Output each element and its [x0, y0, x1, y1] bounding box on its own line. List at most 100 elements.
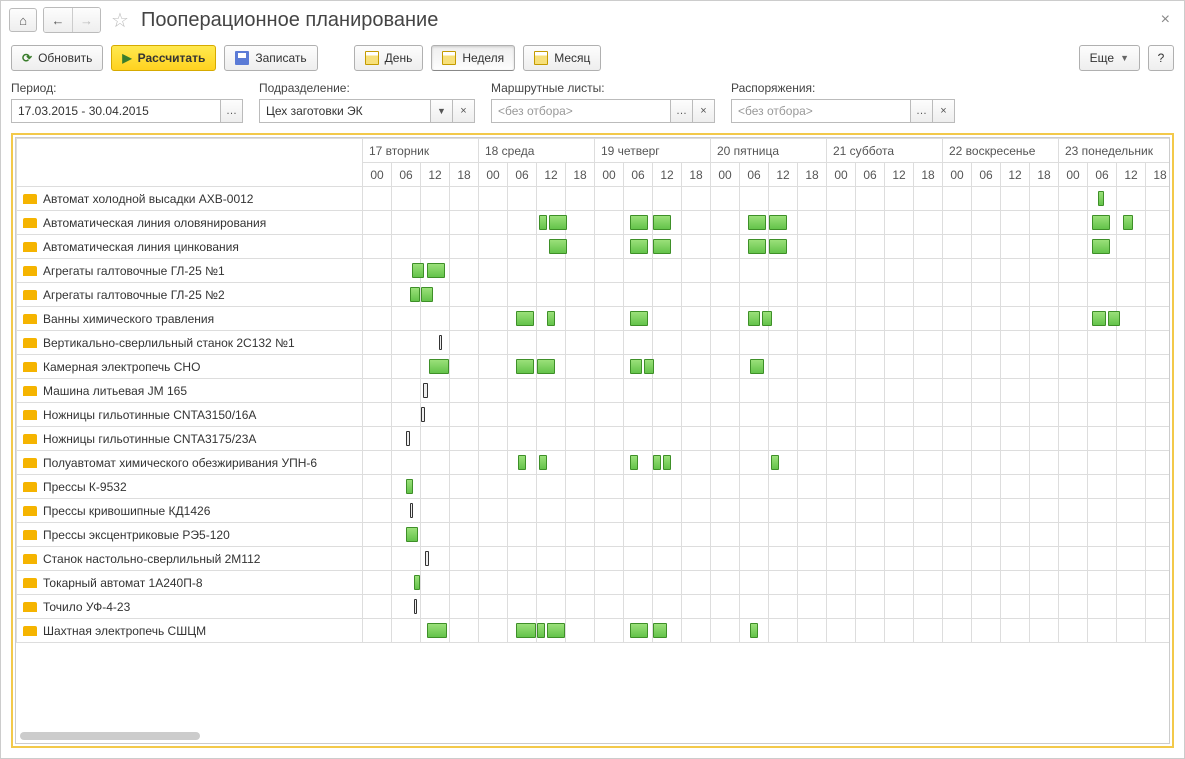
gantt-cell[interactable] — [682, 547, 711, 571]
gantt-cell[interactable] — [798, 547, 827, 571]
gantt-cell[interactable] — [1146, 283, 1170, 307]
gantt-cell[interactable] — [1146, 235, 1170, 259]
gantt-cell[interactable] — [1030, 499, 1059, 523]
gantt-bar[interactable] — [1123, 215, 1133, 230]
gantt-cell[interactable] — [972, 571, 1001, 595]
gantt-cell[interactable] — [479, 427, 508, 451]
gantt-cell[interactable] — [1001, 571, 1030, 595]
gantt-cell[interactable] — [711, 451, 740, 475]
gantt-cell[interactable] — [711, 307, 740, 331]
gantt-cell[interactable] — [537, 259, 566, 283]
gantt-cell[interactable] — [1117, 355, 1146, 379]
gantt-cell[interactable] — [508, 451, 537, 475]
gantt-cell[interactable] — [1088, 235, 1117, 259]
gantt-cell[interactable] — [1146, 547, 1170, 571]
gantt-bar[interactable] — [549, 239, 567, 254]
gantt-cell[interactable] — [682, 379, 711, 403]
gantt-cell[interactable] — [972, 475, 1001, 499]
gantt-cell[interactable] — [392, 619, 421, 643]
gantt-bar[interactable] — [516, 359, 534, 374]
gantt-cell[interactable] — [363, 187, 392, 211]
gantt-bar[interactable] — [439, 335, 442, 350]
gantt-cell[interactable] — [1117, 499, 1146, 523]
gantt-cell[interactable] — [363, 571, 392, 595]
gantt-cell[interactable] — [450, 211, 479, 235]
gantt-cell[interactable] — [827, 283, 856, 307]
gantt-cell[interactable] — [363, 283, 392, 307]
gantt-bar[interactable] — [539, 455, 547, 470]
gantt-cell[interactable] — [450, 379, 479, 403]
gantt-cell[interactable] — [566, 571, 595, 595]
gantt-cell[interactable] — [653, 547, 682, 571]
gantt-cell[interactable] — [1117, 523, 1146, 547]
gantt-cell[interactable] — [624, 307, 653, 331]
resource-name[interactable]: Точило УФ-4-23 — [17, 595, 363, 619]
gantt-cell[interactable] — [943, 619, 972, 643]
gantt-cell[interactable] — [1117, 595, 1146, 619]
gantt-cell[interactable] — [566, 355, 595, 379]
gantt-cell[interactable] — [682, 259, 711, 283]
gantt-cell[interactable] — [479, 283, 508, 307]
dept-dropdown-button[interactable]: ▼ — [431, 99, 453, 123]
gantt-cell[interactable] — [1146, 355, 1170, 379]
resource-name[interactable]: Ножницы гильотинные CNTA3175/23А — [17, 427, 363, 451]
gantt-cell[interactable] — [1146, 595, 1170, 619]
gantt-cell[interactable] — [479, 379, 508, 403]
gantt-cell[interactable] — [595, 451, 624, 475]
gantt-cell[interactable] — [711, 259, 740, 283]
gantt-cell[interactable] — [421, 619, 450, 643]
gantt-cell[interactable] — [711, 475, 740, 499]
gantt-cell[interactable] — [885, 451, 914, 475]
gantt-cell[interactable] — [769, 475, 798, 499]
gantt-cell[interactable] — [798, 619, 827, 643]
gantt-bar[interactable] — [406, 479, 413, 494]
gantt-cell[interactable] — [392, 595, 421, 619]
gantt-cell[interactable] — [479, 259, 508, 283]
gantt-cell[interactable] — [508, 259, 537, 283]
gantt-cell[interactable] — [914, 283, 943, 307]
gantt-cell[interactable] — [740, 547, 769, 571]
gantt-cell[interactable] — [392, 547, 421, 571]
gantt-cell[interactable] — [624, 331, 653, 355]
gantt-cell[interactable] — [421, 571, 450, 595]
gantt-cell[interactable] — [943, 283, 972, 307]
gantt-cell[interactable] — [972, 547, 1001, 571]
gantt-cell[interactable] — [537, 475, 566, 499]
gantt-cell[interactable] — [537, 283, 566, 307]
gantt-cell[interactable] — [798, 331, 827, 355]
gantt-cell[interactable] — [1059, 571, 1088, 595]
help-button[interactable]: ? — [1148, 45, 1174, 71]
gantt-cell[interactable] — [421, 451, 450, 475]
gantt-cell[interactable] — [827, 355, 856, 379]
gantt-cell[interactable] — [798, 427, 827, 451]
gantt-cell[interactable] — [508, 571, 537, 595]
resource-name[interactable]: Ванны химического травления — [17, 307, 363, 331]
gantt-cell[interactable] — [363, 403, 392, 427]
gantt-cell[interactable] — [769, 499, 798, 523]
gantt-cell[interactable] — [943, 523, 972, 547]
gantt-cell[interactable] — [885, 307, 914, 331]
gantt-cell[interactable] — [537, 523, 566, 547]
gantt-cell[interactable] — [740, 499, 769, 523]
gantt-cell[interactable] — [972, 427, 1001, 451]
gantt-cell[interactable] — [856, 379, 885, 403]
gantt-cell[interactable] — [566, 499, 595, 523]
gantt-bar[interactable] — [549, 215, 567, 230]
gantt-cell[interactable] — [798, 283, 827, 307]
gantt-cell[interactable] — [421, 331, 450, 355]
gantt-cell[interactable] — [711, 283, 740, 307]
gantt-cell[interactable] — [972, 307, 1001, 331]
gantt-cell[interactable] — [1030, 283, 1059, 307]
gantt-bar[interactable] — [771, 455, 779, 470]
gantt-cell[interactable] — [1088, 547, 1117, 571]
gantt-cell[interactable] — [769, 403, 798, 427]
gantt-cell[interactable] — [479, 331, 508, 355]
gantt-bar[interactable] — [748, 215, 766, 230]
gantt-cell[interactable] — [363, 211, 392, 235]
gantt-cell[interactable] — [827, 331, 856, 355]
gantt-bar[interactable] — [410, 287, 420, 302]
gantt-cell[interactable] — [1117, 187, 1146, 211]
gantt-cell[interactable] — [769, 451, 798, 475]
gantt-cell[interactable] — [479, 499, 508, 523]
gantt-cell[interactable] — [856, 259, 885, 283]
